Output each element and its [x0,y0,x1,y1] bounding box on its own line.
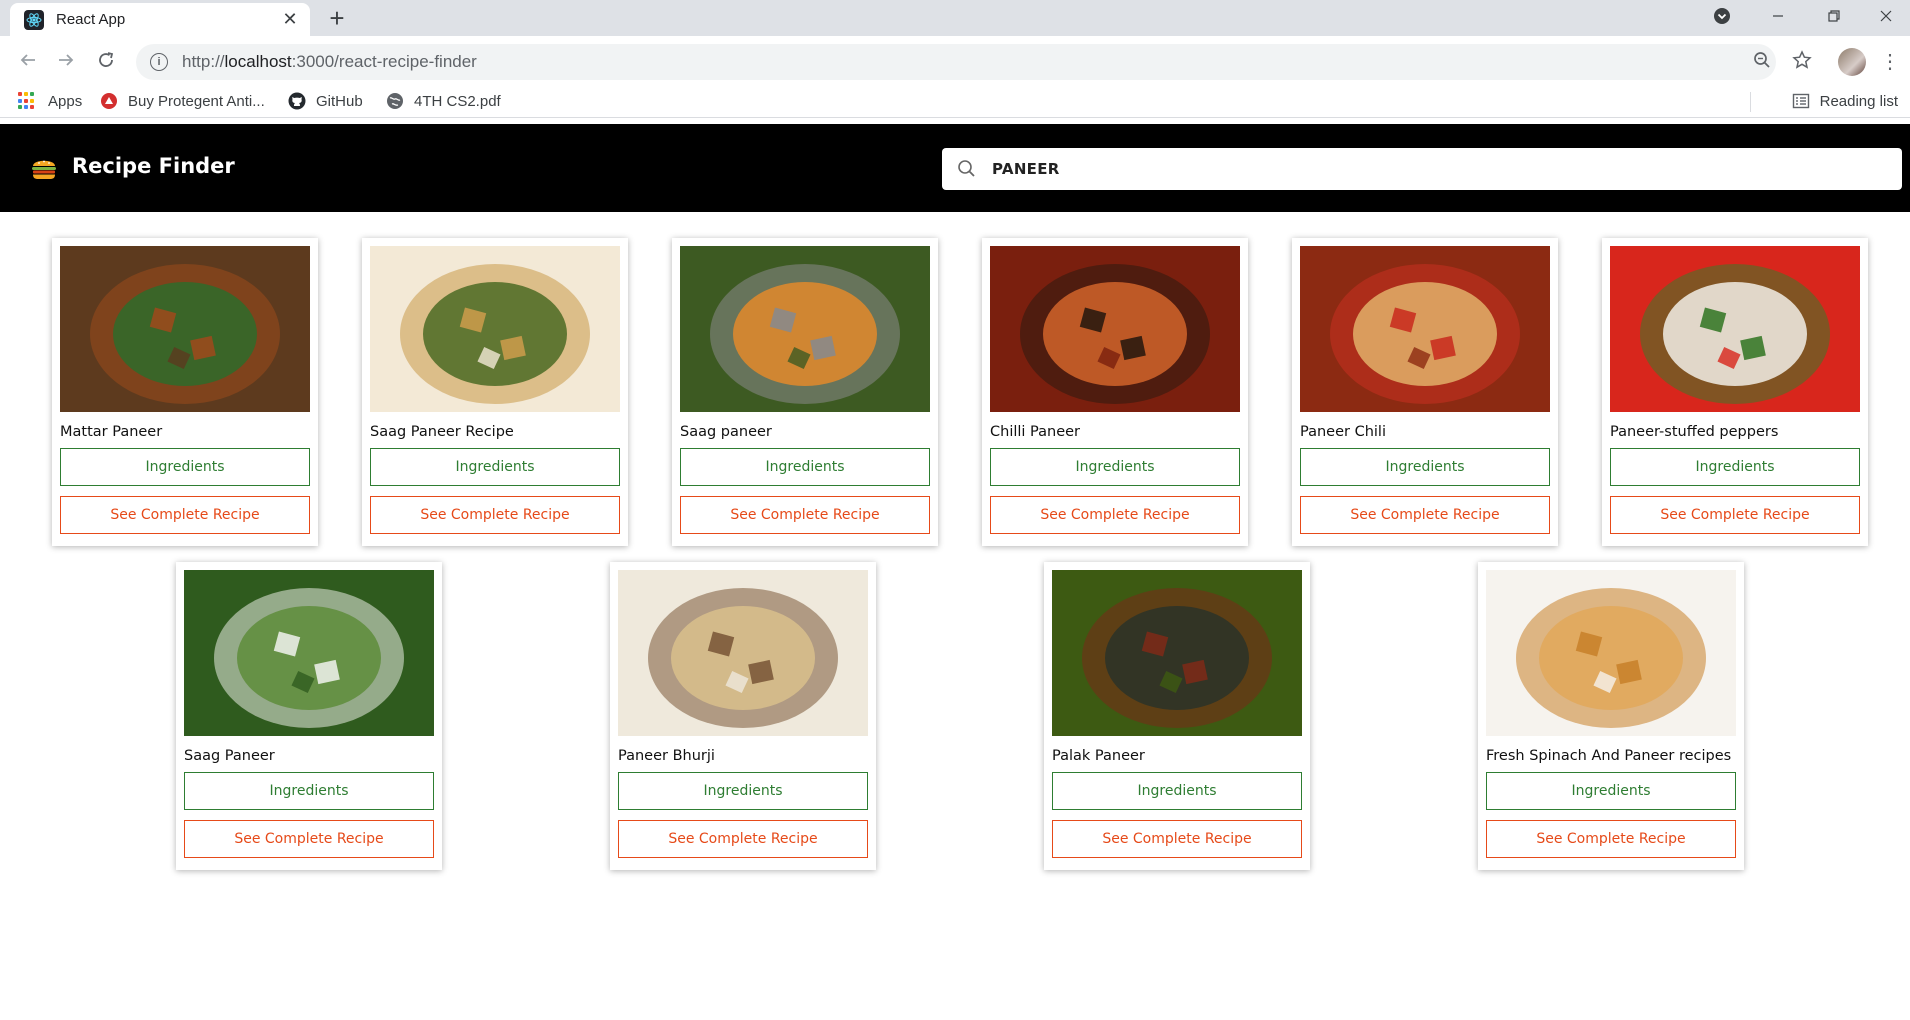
recipe-title: Paneer Chili [1300,424,1386,440]
recipe-search-input[interactable] [992,160,1872,178]
url-text: http://localhost:3000/react-recipe-finde… [182,52,477,71]
bookmarks-bar: Apps Buy Protegent Anti... GitHub 4TH CS… [0,84,1910,118]
ingredients-button[interactable]: Ingredients [184,772,434,810]
recipe-title: Paneer Bhurji [618,748,715,764]
recipe-card: Fresh Spinach And Paneer recipes Ingredie… [1478,562,1744,870]
burger-logo-icon [32,160,56,179]
restore-icon[interactable] [1806,0,1862,32]
recipe-card: Saag Paneer Ingredients See Complete Recip… [176,562,442,870]
bookmark-label: GitHub [316,92,363,110]
browser-toolbar: i http://localhost:3000/react-recipe-fin… [0,36,1910,84]
reload-icon[interactable] [90,44,122,76]
recipe-card: Paneer Bhurji Ingredients See Complete Rec… [610,562,876,870]
recipe-card: Paneer-stuffed peppers Ingredients See Com… [1602,238,1868,546]
ingredients-button[interactable]: Ingredients [1610,448,1860,486]
recipe-title: Mattar Paneer [60,424,163,440]
protegent-icon [101,93,117,109]
recipe-card: Mattar Paneer Ingredients See Complete Rec… [52,238,318,546]
recipe-image [60,246,310,412]
bookmark-label: Buy Protegent Anti... [128,92,265,110]
recipe-image [990,246,1240,412]
browser-menu-icon[interactable]: ⋮ [1880,48,1900,76]
forward-arrow-icon[interactable] [50,44,82,76]
recipe-image [680,246,930,412]
app-header: Recipe Finder [0,124,1910,212]
see-complete-recipe-button[interactable]: See Complete Recipe [1300,496,1550,534]
see-complete-recipe-button[interactable]: See Complete Recipe [370,496,620,534]
bookmark-apps[interactable]: Apps [18,90,82,112]
tab-title: React App [56,11,126,28]
back-arrow-icon[interactable] [12,44,44,76]
recipe-card: Palak Paneer Ingredients See Complete Reci… [1044,562,1310,870]
recipe-card: Saag paneer Ingredients See Complete Recip… [672,238,938,546]
address-bar[interactable]: i http://localhost:3000/react-recipe-fin… [136,44,1776,80]
recipe-image [1300,246,1550,412]
tab-close-icon[interactable]: ✕ [280,9,300,30]
reading-list-icon [1792,93,1809,109]
close-window-icon[interactable] [1858,0,1910,32]
recipe-title: Saag Paneer [184,748,275,764]
recipe-title: Fresh Spinach And Paneer recipes [1486,748,1732,764]
browser-tab-strip: React App ✕ + [0,0,1910,36]
ingredients-button[interactable]: Ingredients [370,448,620,486]
ingredients-button[interactable]: Ingredients [1486,772,1736,810]
app-title: Recipe Finder [72,154,235,178]
zoom-icon[interactable] [1746,44,1778,76]
minimize-icon[interactable] [1750,0,1806,32]
globe-icon [387,93,403,109]
ingredients-button[interactable]: Ingredients [990,448,1240,486]
ingredients-button[interactable]: Ingredients [1052,772,1302,810]
see-complete-recipe-button[interactable]: See Complete Recipe [680,496,930,534]
ingredients-button[interactable]: Ingredients [680,448,930,486]
see-complete-recipe-button[interactable]: See Complete Recipe [184,820,434,858]
bookmark-github[interactable]: GitHub [288,90,363,112]
reading-list-label: Reading list [1819,92,1898,110]
recipe-image [184,570,434,736]
browser-tab[interactable]: React App ✕ [10,3,310,36]
ingredients-button[interactable]: Ingredients [60,448,310,486]
profile-avatar[interactable] [1838,48,1866,76]
recipe-image [370,246,620,412]
bookmark-label: Apps [48,92,83,110]
ingredients-button[interactable]: Ingredients [618,772,868,810]
see-complete-recipe-button[interactable]: See Complete Recipe [1052,820,1302,858]
see-complete-recipe-button[interactable]: See Complete Recipe [990,496,1240,534]
new-tab-button[interactable]: + [322,3,352,33]
recipe-image [618,570,868,736]
apps-grid-icon [18,92,36,110]
ingredients-button[interactable]: Ingredients [1300,448,1550,486]
recipe-card: Saag Paneer Recipe Ingredients See Complet… [362,238,628,546]
see-complete-recipe-button[interactable]: See Complete Recipe [60,496,310,534]
github-icon [288,92,306,110]
bookmarks-divider [1750,92,1751,112]
bookmark-star-icon[interactable] [1786,44,1818,76]
recipe-title: Paneer-stuffed peppers [1610,424,1779,440]
site-info-icon[interactable]: i [150,53,168,71]
bookmark-protegent[interactable]: Buy Protegent Anti... [100,90,265,112]
recipe-title: Chilli Paneer [990,424,1081,440]
recipe-image [1610,246,1860,412]
bookmark-pdf[interactable]: 4TH CS2.pdf [386,90,501,112]
see-complete-recipe-button[interactable]: See Complete Recipe [1486,820,1736,858]
recipe-image [1486,570,1736,736]
bookmark-label: 4TH CS2.pdf [414,92,501,110]
recipe-title: Palak Paneer [1052,748,1145,764]
see-complete-recipe-button[interactable]: See Complete Recipe [1610,496,1860,534]
reading-list-button[interactable]: Reading list [1792,90,1898,112]
see-complete-recipe-button[interactable]: See Complete Recipe [618,820,868,858]
search-icon [958,160,975,177]
tab-search-icon[interactable] [1694,0,1750,32]
react-favicon-icon [24,9,44,30]
recipe-title: Saag paneer [680,424,772,440]
recipe-card: Paneer Chili Ingredients See Complete Reci… [1292,238,1558,546]
recipe-image [1052,570,1302,736]
recipe-card: Chilli Paneer Ingredients See Complete Rec… [982,238,1248,546]
recipe-title: Saag Paneer Recipe [370,424,514,440]
search-bar[interactable] [942,148,1902,190]
